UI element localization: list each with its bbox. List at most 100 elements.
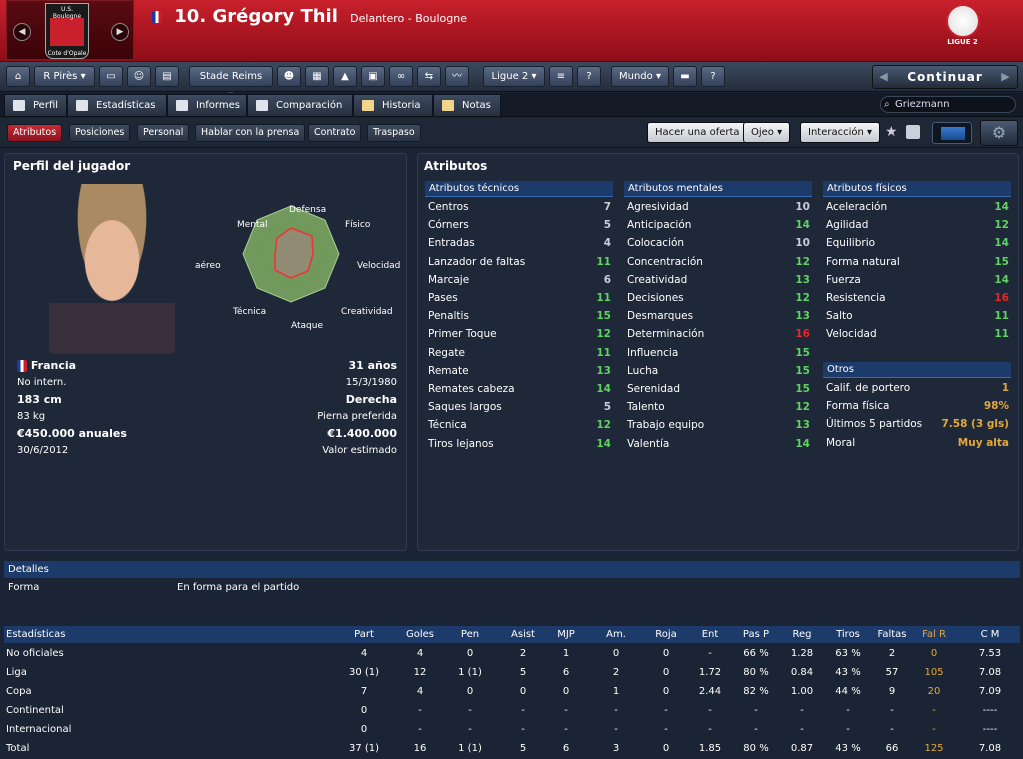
stats-row[interactable]: Continental 0- - - - - - - - - - - - ---- [4,702,1020,720]
club-dropdown[interactable]: Stade Reims ▾ [189,66,273,101]
attribute-row[interactable]: Saques largos 5 [428,398,611,416]
tab-estadisticas[interactable]: Estadísticas [67,94,167,116]
attribute-row[interactable]: Resistencia 16 [826,289,1009,307]
stats-column-header[interactable]: Ent [688,626,732,643]
stats-column-header[interactable]: Reg [780,626,824,643]
attribute-row[interactable]: Agresividad 10 [627,198,810,216]
info-icon[interactable]: ? [577,66,601,87]
tab-comparacion[interactable]: Comparación [247,94,353,116]
subtab-traspaso[interactable]: Traspaso [367,124,421,142]
make-offer-button[interactable]: Hacer una oferta [647,122,748,143]
club-crest-logo[interactable]: U.S. Boulogne Cote d'Opale [45,3,89,59]
stats-column-header[interactable]: Asist [501,626,545,643]
attribute-row[interactable]: Moral Muy alta [826,434,1009,452]
display-mode-button[interactable] [932,122,972,144]
attribute-row[interactable]: Talento 12 [627,398,810,416]
note-icon[interactable] [906,125,920,139]
stats-column-header[interactable]: Fal R [912,626,956,643]
attribute-row[interactable]: Colocación 10 [627,234,810,252]
attribute-row[interactable]: Entradas 4 [428,234,611,252]
stats-column-header[interactable]: Roja [644,626,688,643]
tactics-icon[interactable]: ▦ [305,66,329,87]
subtab-prensa[interactable]: Hablar con la prensa [195,124,306,142]
stats-column-header[interactable]: Estadísticas [6,626,126,643]
attribute-row[interactable]: Agilidad 12 [826,216,1009,234]
attribute-row[interactable]: Centros 7 [428,198,611,216]
attribute-row[interactable]: Aceleración 14 [826,198,1009,216]
stats-row[interactable]: Liga 30 (1) 12 1 (1) 5 6 2 0 1.72 80 % 0.84 43 % 57 1… [4,664,1020,682]
attribute-row[interactable]: Primer Toque 12 [428,325,611,343]
attribute-row[interactable]: Trabajo equipo 13 [627,416,810,434]
stats-column-header[interactable]: Pas P [734,626,778,643]
star-icon[interactable]: ★ [885,124,898,140]
tab-informes[interactable]: Informes [167,94,247,116]
attribute-row[interactable]: Valentía 14 [627,435,810,453]
attribute-row[interactable]: Córners 5 [428,216,611,234]
subtab-personal[interactable]: Personal [137,124,190,142]
attribute-row[interactable]: Penaltis 15 [428,307,611,325]
podium-icon[interactable]: ▬ [673,66,697,87]
schedule-icon[interactable]: ▣ [361,66,385,87]
attribute-row[interactable]: Desmarques 13 [627,307,810,325]
attribute-row[interactable]: Influencia 15 [627,344,810,362]
attribute-row[interactable]: Forma natural 15 [826,253,1009,271]
staff-icon[interactable]: ☺ [127,66,151,87]
attribute-row[interactable]: Regate 11 [428,344,611,362]
attribute-row[interactable]: Remates cabeza 14 [428,380,611,398]
stats-column-header[interactable]: Tiros [826,626,870,643]
continue-button[interactable]: ◀ Continuar ▶ [872,65,1018,89]
nationality[interactable]: Francia [17,359,76,372]
attribute-row[interactable]: Calif. de portero 1 [826,379,1009,397]
settings-gear-icon[interactable]: ⚙ [980,120,1018,146]
stats-row[interactable]: Total 37 (1) 16 1 (1) 5 6 3 0 1.85 80 % 0.87 43 % 66… [4,740,1020,758]
stats-row[interactable]: No oficiales 4 4 0 2 1 0 0 - 66 % 1.28 63 % 2 0 7.53 [4,645,1020,663]
manager-dropdown[interactable]: R Pirès ▾ [34,66,95,87]
search-input[interactable]: ⌕ Griezmann [880,96,1016,113]
scout-dropdown[interactable]: Ojeo ▾ [743,122,791,143]
squad-icon[interactable]: ☻ [277,66,301,87]
scouting-binoculars-icon[interactable]: ∞ [389,66,413,87]
world-dropdown[interactable]: Mundo ▾ [611,66,669,87]
attribute-row[interactable]: Forma física 98% [826,397,1009,415]
tab-notas[interactable]: Notas [433,94,501,116]
attribute-row[interactable]: Serenidad 15 [627,380,810,398]
tab-historia[interactable]: Historia [353,94,433,116]
attribute-row[interactable]: Últimos 5 partidos 7.58 (3 gls) [826,415,1009,433]
attribute-row[interactable]: Fuerza 14 [826,271,1009,289]
subtab-posiciones[interactable]: Posiciones [69,124,131,142]
transfers-icon[interactable]: ⇆ [417,66,441,87]
stats-row[interactable]: Copa 7 4 0 0 0 1 0 2.44 82 % 1.00 44 % 9 20 7.09 [4,683,1020,701]
subtab-atributos[interactable]: Atributos [7,124,63,142]
attribute-row[interactable]: Pases 11 [428,289,611,307]
finances-chart-icon[interactable]: 〰 [445,66,469,87]
attribute-row[interactable]: Técnica 12 [428,416,611,434]
next-player-button[interactable]: ▶ [111,23,129,41]
stats-row[interactable]: Internacional 0- - - - - - - - - - - - ---- [4,721,1020,739]
attribute-row[interactable]: Salto 11 [826,307,1009,325]
subtab-contrato[interactable]: Contrato [308,124,362,142]
previous-player-button[interactable]: ◀ [13,23,31,41]
attribute-row[interactable]: Tiros lejanos 14 [428,435,611,453]
attribute-row[interactable]: Anticipación 14 [627,216,810,234]
stats-column-header[interactable]: Goles [398,626,442,643]
attribute-row[interactable]: Determinación 16 [627,325,810,343]
stats-column-header[interactable]: C M [962,626,1018,643]
attribute-row[interactable]: Marcaje 6 [428,271,611,289]
attribute-row[interactable]: Equilibrio 14 [826,234,1009,252]
attribute-row[interactable]: Creatividad 13 [627,271,810,289]
attribute-row[interactable]: Lucha 15 [627,362,810,380]
tab-perfil[interactable]: Perfil [4,94,67,116]
attribute-row[interactable]: Lanzador de faltas 11 [428,253,611,271]
attribute-row[interactable]: Decisiones 12 [627,289,810,307]
home-icon[interactable]: ⌂ [6,66,30,87]
training-icon[interactable]: ▲ [333,66,357,87]
clipboard-icon[interactable]: ▤ [155,66,179,87]
stats-column-header[interactable]: Faltas [870,626,914,643]
list-icon[interactable]: ≡ [549,66,573,87]
attribute-row[interactable]: Velocidad 11 [826,325,1009,343]
help-icon[interactable]: ? [701,66,725,87]
attribute-row[interactable]: Concentración 12 [627,253,810,271]
inbox-icon[interactable]: ▭ [99,66,123,87]
league-dropdown[interactable]: Ligue 2 ▾ [483,66,545,87]
stats-column-header[interactable]: Am. [594,626,638,643]
